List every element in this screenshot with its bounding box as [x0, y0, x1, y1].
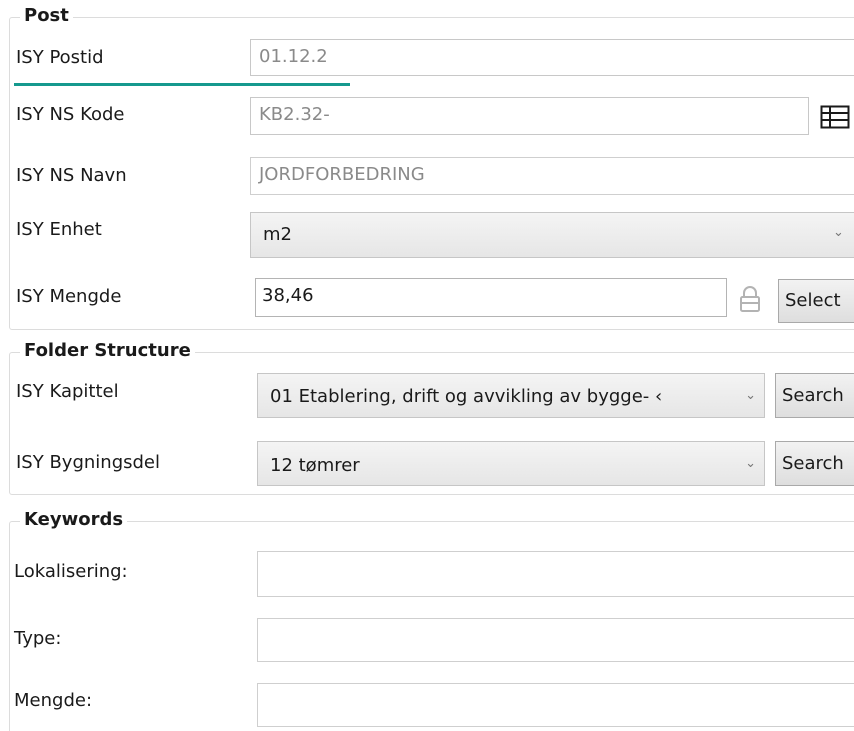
- select-button[interactable]: Select: [778, 279, 854, 323]
- kapittel-search-button[interactable]: Search: [775, 373, 854, 418]
- kapittel-select-value: 01 Etablering, drift og avvikling av byg…: [270, 386, 663, 407]
- enhet-label: ISY Enhet: [16, 219, 102, 240]
- table-icon[interactable]: [820, 105, 850, 129]
- post-group-title: Post: [20, 4, 73, 28]
- chevron-down-icon: ⌄: [833, 225, 844, 240]
- bygningsdel-select-value: 12 tømrer: [270, 455, 360, 476]
- chevron-down-icon: ⌄: [745, 455, 756, 471]
- keywords-title: Keywords: [20, 508, 128, 532]
- chevron-down-icon: ⌄: [745, 387, 756, 403]
- form-panel: Post ISY Postid 01.12.2 ISY NS Kode KB2.…: [0, 0, 854, 731]
- lokalisering-label: Lokalisering:: [14, 561, 128, 582]
- postid-field[interactable]: 01.12.2: [250, 39, 854, 76]
- bygningsdel-search-button[interactable]: Search: [775, 441, 854, 486]
- ns-navn-label: ISY NS Navn: [16, 165, 127, 186]
- type-input[interactable]: [257, 618, 854, 662]
- focus-underline: [14, 83, 350, 86]
- lokalisering-input[interactable]: [257, 551, 854, 597]
- mengde-keyword-input[interactable]: [257, 683, 854, 727]
- mengde-field[interactable]: 38,46: [255, 278, 727, 317]
- postid-label: ISY Postid: [16, 47, 104, 68]
- mengde-label: ISY Mengde: [16, 286, 122, 307]
- type-label: Type:: [14, 628, 62, 649]
- ns-kode-field[interactable]: KB2.32-: [250, 97, 809, 135]
- folder-structure-title: Folder Structure: [20, 339, 195, 363]
- bygningsdel-select[interactable]: 12 tømrer ⌄: [257, 441, 765, 486]
- kapittel-select[interactable]: 01 Etablering, drift og avvikling av byg…: [257, 373, 765, 418]
- kapittel-label: ISY Kapittel: [16, 381, 119, 402]
- ns-navn-field: JORDFORBEDRING: [250, 157, 854, 195]
- enhet-select[interactable]: m2: [250, 212, 854, 258]
- bygningsdel-label: ISY Bygningsdel: [16, 452, 160, 473]
- ns-kode-label: ISY NS Kode: [16, 104, 125, 125]
- enhet-select-value: m2: [263, 224, 292, 245]
- mengde-keyword-label: Mengde:: [14, 690, 93, 711]
- lock-icon: [738, 285, 762, 313]
